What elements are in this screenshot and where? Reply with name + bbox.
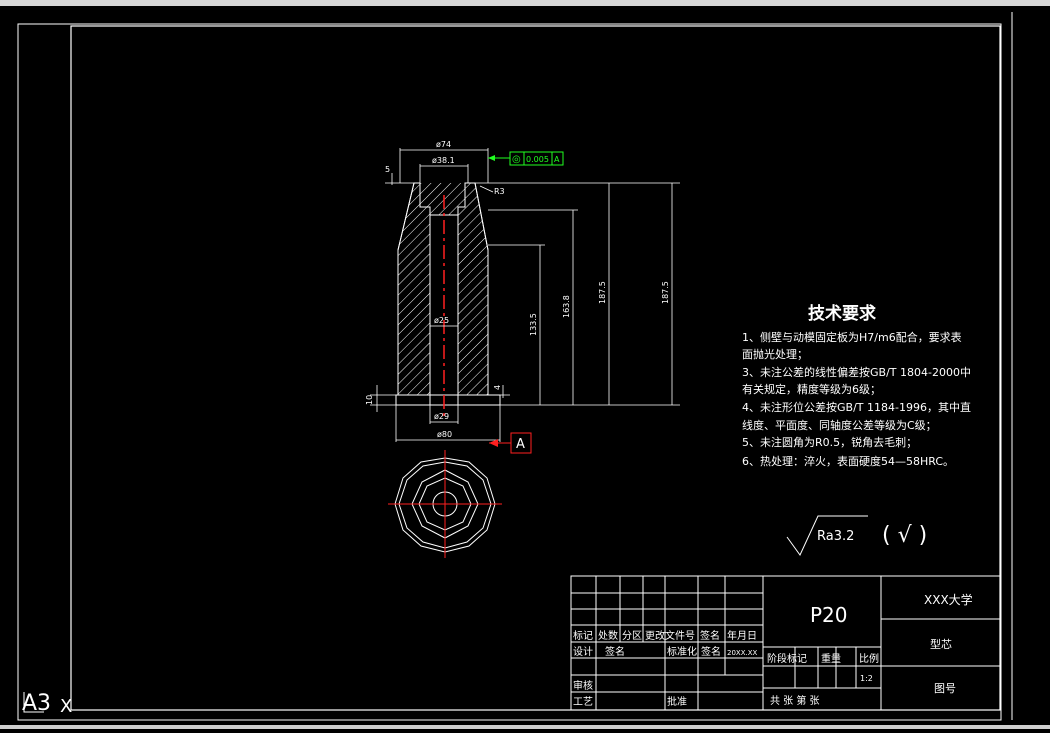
tb-material: P20 [810, 603, 848, 627]
tolerance-value: 0.005 [526, 155, 549, 164]
tech-line-7: 5、未注圆角为R0.5，锐角去毛刺； [742, 435, 917, 449]
tech-line-4: 有关规定，精度等级为6级； [742, 382, 881, 396]
datum-marker: A [489, 432, 532, 454]
tech-line-6: 线度、平面度、同轴度公差等级为C级； [742, 418, 937, 432]
dim-top-offset: 5 [385, 165, 390, 174]
status-bar [0, 725, 1050, 729]
svg-text:( √ ): ( √ ) [882, 523, 927, 548]
tb-h-change: 更改文件号 [645, 629, 695, 642]
tb-h-count: 处数 [598, 629, 618, 642]
tb-sheets: 共 张 第 张 [770, 694, 820, 707]
dim-d74: ø74 [436, 140, 451, 149]
tb-stage: 阶段标记 [767, 652, 807, 665]
svg-text:A: A [516, 437, 525, 452]
tech-title: 技术要求 [808, 303, 876, 324]
tb-h-mark: 标记 [573, 630, 593, 642]
tb-h-date: 年月日 [727, 629, 757, 642]
dim-h133: 133.5 [529, 313, 538, 336]
tech-line-8: 6、热处理：淬火，表面硬度54—58HRC。 [742, 454, 954, 468]
top-view [388, 450, 502, 558]
dim-r: R3 [494, 187, 505, 196]
tb-review: 审核 [573, 679, 593, 692]
tb-weight: 重量 [821, 652, 841, 665]
dim-h10: 10 [365, 395, 374, 405]
tb-drawing-no: 图号 [934, 682, 956, 695]
tech-line-1: 1、侧壁与动模固定板为H7/m6配合，要求表 [742, 330, 962, 344]
flange [395, 394, 501, 406]
tb-standard: 标准化 [667, 645, 697, 658]
tb-sign2: 签名 [701, 645, 721, 658]
tb-sign: 签名 [605, 645, 625, 658]
drawing-canvas[interactable]: ø74 ø38.1 5 R3 ø25 ø29 ø80 133.5 163.8 1… [0, 6, 1050, 729]
tb-h-zone: 分区 [622, 630, 642, 642]
dim-h187b: 187.5 [661, 281, 670, 304]
tb-h-sign: 签名 [700, 629, 720, 642]
tech-line-3: 3、未注公差的线性偏差按GB/T 1804-2000中 [742, 365, 971, 379]
tolerance-datum: A [554, 155, 560, 164]
tech-line-2: 面抛光处理； [742, 347, 808, 361]
svg-text:X: X [60, 696, 72, 717]
tb-design: 设计 [573, 645, 593, 658]
tolerance-frame[interactable]: ◎ 0.005 A [488, 151, 564, 166]
tech-line-5: 4、未注形位公差按GB/T 1184-1996，其中直 [742, 400, 971, 414]
dim-d80: ø80 [437, 430, 452, 439]
dim-h187a: 187.5 [598, 281, 607, 304]
part-section-view[interactable] [395, 182, 501, 420]
tech-requirements: 技术要求 1、侧壁与动模固定板为H7/m6配合，要求表 面抛光处理； 3、未注公… [742, 303, 971, 468]
tb-scale-value: 1:2 [860, 674, 873, 683]
roughness-symbol: Ra3.2 ( √ ) [786, 515, 927, 556]
tolerance-symbol: ◎ [512, 154, 521, 165]
tb-date: 20XX.XX [727, 649, 758, 657]
tb-approve: 批准 [667, 695, 687, 708]
ucs-icon: A3 X [22, 691, 72, 717]
dim-d25: ø25 [434, 316, 449, 325]
dim-h4: 4 [493, 385, 502, 390]
left-wall [397, 182, 431, 396]
tb-process: 工艺 [573, 696, 593, 708]
dim-d29: ø29 [434, 412, 449, 421]
tb-part-name: 型芯 [930, 637, 952, 651]
sheet-size-label: A3 [22, 691, 51, 716]
svg-text:Ra3.2: Ra3.2 [817, 529, 854, 544]
dim-d38: ø38.1 [432, 156, 455, 165]
dim-h163: 163.8 [562, 295, 571, 318]
right-wall [457, 182, 489, 396]
tb-scale: 比例 [859, 652, 879, 665]
tb-school: XXX大学 [924, 592, 973, 607]
